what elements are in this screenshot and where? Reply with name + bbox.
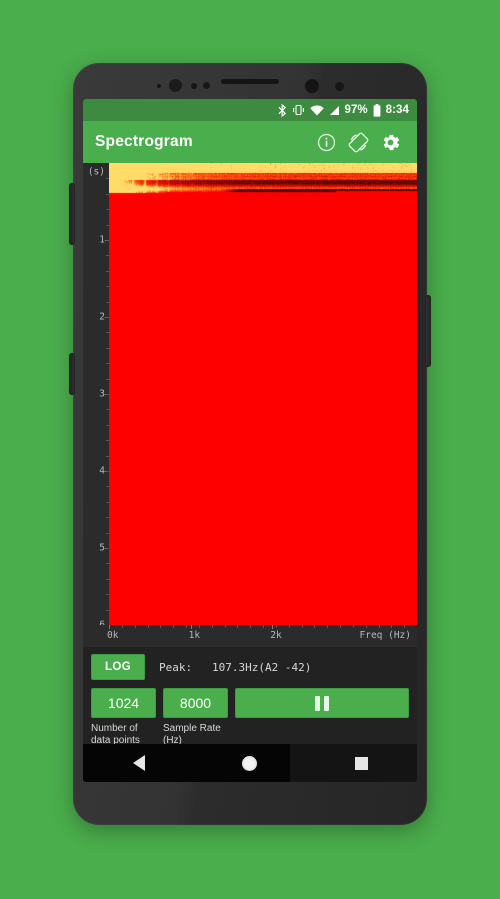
x-tick-minor bbox=[198, 625, 200, 628]
status-clock: 8:34 bbox=[385, 104, 409, 116]
home-icon bbox=[242, 755, 258, 771]
cellular-signal-icon bbox=[329, 105, 340, 116]
x-tick-label: 0k bbox=[107, 630, 119, 641]
x-axis-title: Freq (Hz) bbox=[359, 630, 411, 641]
x-tick-minor bbox=[147, 625, 149, 628]
home-button[interactable] bbox=[227, 744, 273, 782]
x-tick-minor bbox=[391, 625, 393, 628]
back-button[interactable] bbox=[116, 744, 162, 782]
controls-panel: LOG Peak: 107.3Hz(A2 -42) 1024 8000 Numb… bbox=[83, 647, 417, 747]
recents-button[interactable] bbox=[338, 744, 384, 782]
x-tick-minor bbox=[340, 625, 341, 628]
data-points-button[interactable]: 1024 bbox=[91, 688, 156, 718]
x-tick-minor bbox=[275, 625, 277, 628]
x-tick-minor bbox=[378, 625, 380, 628]
android-nav-bar bbox=[83, 744, 417, 782]
gear-icon[interactable] bbox=[375, 127, 405, 157]
x-tick-label: 2k bbox=[270, 630, 282, 641]
x-tick-minor bbox=[121, 625, 123, 628]
x-tick-mark bbox=[109, 625, 110, 629]
x-tick-minor bbox=[327, 625, 329, 628]
x-tick-mark bbox=[272, 625, 274, 629]
phone-screen: 97% 8:34 Spectrogram (s) 1 2 3 4 5 Freq … bbox=[83, 99, 417, 782]
x-tick-minor bbox=[160, 625, 162, 628]
transport-row: 1024 8000 bbox=[91, 688, 409, 718]
secondary-camera-icon bbox=[305, 79, 319, 93]
screen-rotation-icon[interactable] bbox=[343, 127, 373, 157]
status-bar: 97% 8:34 bbox=[83, 99, 417, 121]
x-tick-minor bbox=[404, 625, 406, 628]
x-tick-minor bbox=[211, 625, 213, 628]
x-tick-minor bbox=[250, 625, 252, 628]
x-axis: Freq (Hz) 0k 1k 2k bbox=[83, 625, 417, 647]
x-tick-minor bbox=[186, 625, 187, 628]
volume-down-button[interactable] bbox=[69, 353, 75, 395]
notification-led-icon bbox=[203, 82, 210, 89]
x-tick-minor bbox=[173, 625, 175, 628]
sample-rate-button[interactable]: 8000 bbox=[163, 688, 228, 718]
x-tick-minor bbox=[288, 625, 290, 628]
info-icon[interactable] bbox=[311, 127, 341, 157]
x-tick-minor bbox=[314, 625, 316, 628]
peak-readout: Peak: 107.3Hz(A2 -42) bbox=[159, 660, 312, 674]
y-axis-unit-label: (s) bbox=[87, 166, 105, 178]
x-tick-minor bbox=[237, 625, 239, 628]
x-tick-minor bbox=[352, 625, 354, 628]
spectrogram-image[interactable] bbox=[109, 163, 417, 625]
x-tick-minor bbox=[301, 625, 303, 628]
pause-icon bbox=[315, 695, 329, 711]
app-bar: Spectrogram bbox=[83, 121, 417, 163]
x-tick-minor bbox=[263, 625, 264, 628]
power-button[interactable] bbox=[425, 295, 431, 367]
wifi-icon bbox=[309, 104, 324, 116]
y-axis: (s)123456 bbox=[83, 163, 109, 631]
battery-icon bbox=[373, 103, 381, 117]
x-tick-minor bbox=[365, 625, 367, 628]
battery-percent-label: 97% bbox=[344, 104, 368, 116]
sample-rate-label-line1: Sample Rate bbox=[163, 723, 221, 734]
volume-up-button[interactable] bbox=[69, 183, 75, 245]
phone-frame: 97% 8:34 Spectrogram (s) 1 2 3 4 5 Freq … bbox=[69, 63, 431, 825]
light-sensor-icon bbox=[191, 83, 197, 89]
log-scale-button[interactable]: LOG bbox=[91, 654, 145, 680]
back-icon bbox=[132, 755, 145, 771]
bluetooth-icon bbox=[278, 103, 287, 117]
vibrate-icon bbox=[292, 104, 305, 116]
earpiece-speaker bbox=[221, 79, 279, 84]
peak-row: LOG Peak: 107.3Hz(A2 -42) bbox=[91, 653, 409, 681]
recents-icon bbox=[354, 756, 368, 770]
spectrogram-plot[interactable]: (s)123456 bbox=[83, 163, 417, 631]
spectrogram-canvas[interactable] bbox=[109, 163, 417, 625]
proximity-sensor-icon bbox=[157, 84, 161, 88]
front-camera-icon bbox=[169, 79, 182, 92]
page-title: Spectrogram bbox=[95, 133, 193, 150]
phone-top-bezel bbox=[73, 63, 427, 99]
ir-sensor-icon bbox=[335, 82, 344, 91]
x-tick-minor bbox=[224, 625, 226, 628]
data-points-label-line1: Number of bbox=[91, 723, 138, 734]
x-tick-mark bbox=[190, 625, 192, 629]
x-tick-label: 1k bbox=[188, 630, 201, 641]
x-tick-minor bbox=[134, 625, 136, 628]
pause-button[interactable] bbox=[235, 688, 409, 718]
